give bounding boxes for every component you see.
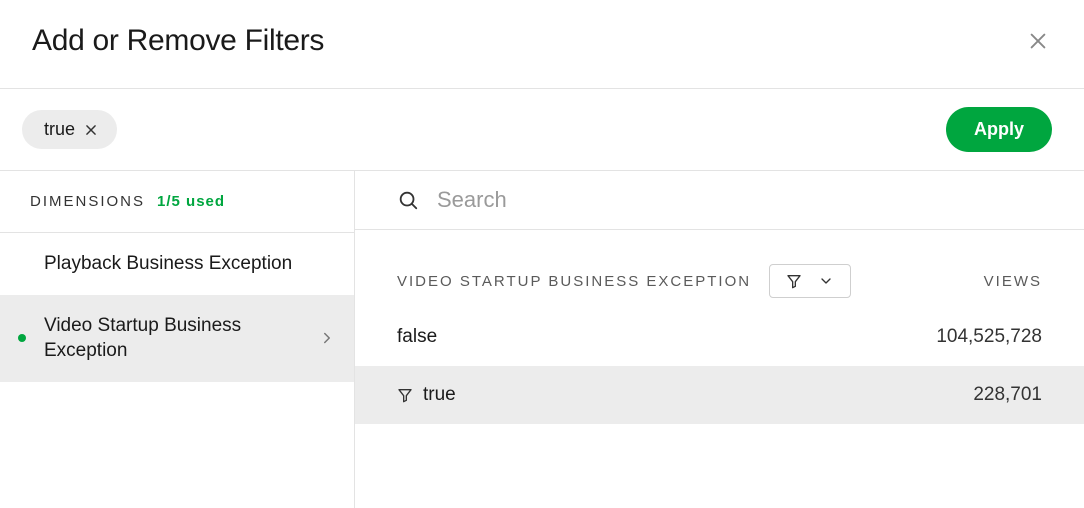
dimensions-used-count: 1/5 used [157,193,225,210]
filters-modal: Add or Remove Filters true Apply DIMENSI… [0,0,1084,508]
dimension-item-playback-business-exception[interactable]: Playback Business Exception [0,233,354,295]
filter-chip[interactable]: true [22,110,117,149]
funnel-icon [786,273,802,289]
value-views: 104,525,728 [936,326,1042,348]
dimensions-header: DIMENSIONS 1/5 used [0,171,354,233]
close-icon [1027,30,1049,52]
chevron-right-icon [318,329,336,347]
close-icon [84,123,98,137]
value-row[interactable]: false 104,525,728 [355,308,1084,366]
apply-button[interactable]: Apply [946,107,1052,152]
modal-title: Add or Remove Filters [32,24,324,58]
values-header-left: VIDEO STARTUP BUSINESS EXCEPTION [397,264,851,298]
dimensions-list: Playback Business Exception Video Startu… [0,233,354,382]
modal-header: Add or Remove Filters [0,0,1084,88]
views-column-heading: VIEWS [984,273,1042,290]
funnel-icon [397,387,413,403]
filter-bar: true Apply [0,89,1084,170]
chevron-down-icon [818,273,834,289]
value-label: true [423,384,456,406]
selected-dimension-heading: VIDEO STARTUP BUSINESS EXCEPTION [397,273,751,290]
value-views: 228,701 [973,384,1042,406]
active-filter-chips: true [22,110,117,149]
filter-chip-label: true [44,119,75,140]
modal-body: DIMENSIONS 1/5 used Playback Business Ex… [0,171,1084,508]
value-label: false [397,326,437,348]
value-row[interactable]: true 228,701 [355,366,1084,424]
filter-operator-select[interactable] [769,264,851,298]
active-dot [18,334,26,342]
active-dot [18,260,26,268]
search-row [355,171,1084,230]
dimension-item-video-startup-business-exception[interactable]: Video Startup Business Exception [0,295,354,382]
values-panel: VIDEO STARTUP BUSINESS EXCEPTION VIEWS f… [355,171,1084,508]
search-icon [397,189,419,211]
chip-remove-button[interactable] [83,122,99,138]
dimension-label: Video Startup Business Exception [44,313,318,364]
dimensions-sidebar: DIMENSIONS 1/5 used Playback Business Ex… [0,171,355,508]
dimensions-heading: DIMENSIONS [30,193,145,210]
values-header: VIDEO STARTUP BUSINESS EXCEPTION VIEWS [355,230,1084,308]
dimension-label: Playback Business Exception [44,251,336,277]
close-button[interactable] [1024,27,1052,55]
search-input[interactable] [437,187,1056,213]
